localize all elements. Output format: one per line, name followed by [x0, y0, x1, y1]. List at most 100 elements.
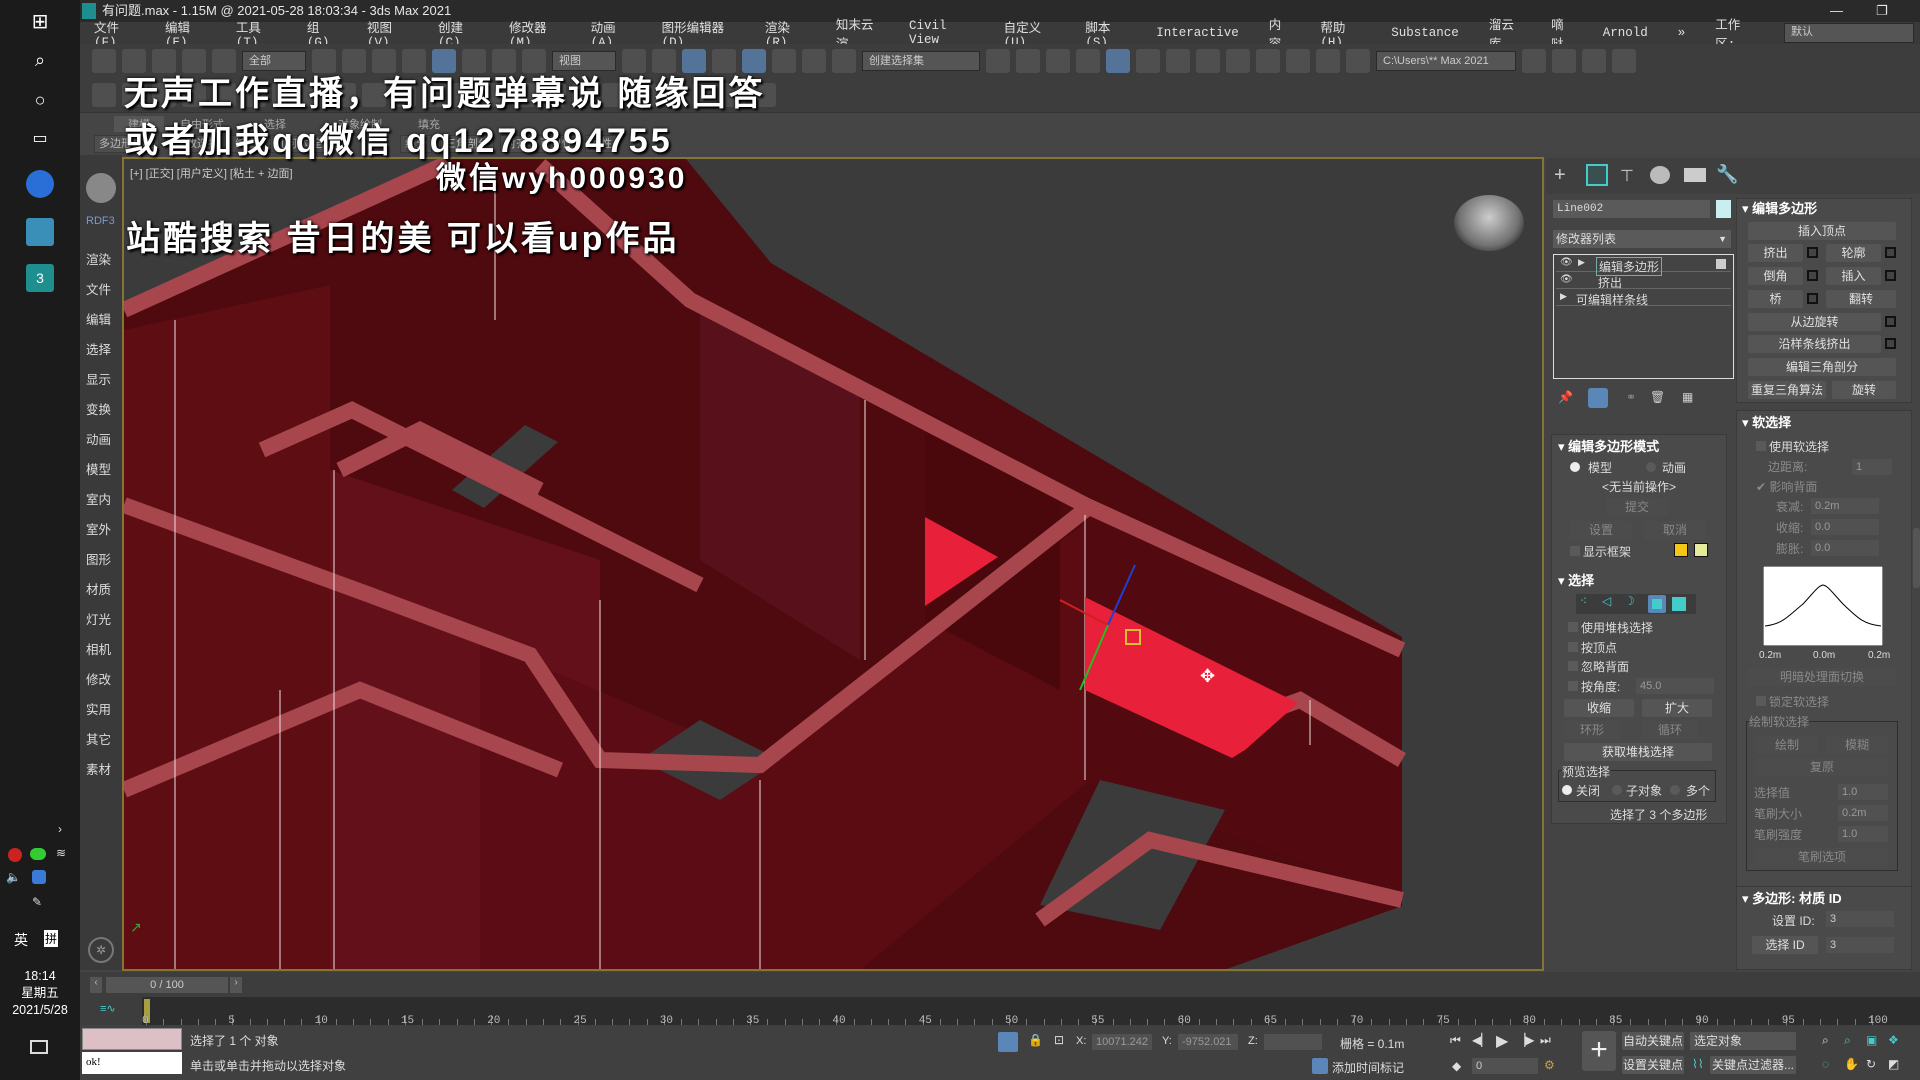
extrude-along-spline-button[interactable]: 沿样条线挤出: [1748, 335, 1881, 353]
modify-tab-icon[interactable]: [1586, 164, 1608, 186]
ribbon-tab-freeform[interactable]: 自由形式: [180, 116, 224, 132]
grow-button[interactable]: 扩大: [1642, 699, 1712, 717]
cage-color-swatch[interactable]: [1674, 543, 1688, 557]
key-mode-dropdown[interactable]: 选定对象: [1690, 1032, 1796, 1050]
plugin-item[interactable]: 实用: [86, 699, 111, 718]
task-view-icon[interactable]: ▭: [26, 125, 54, 153]
ring-button[interactable]: 环形: [1564, 721, 1620, 739]
by-vertex-checkbox[interactable]: [1568, 642, 1578, 652]
ribbon-tab-populate[interactable]: 填充: [418, 116, 440, 132]
brush-size-spinner[interactable]: 0.2m: [1838, 805, 1888, 821]
extrude-spline-settings-icon[interactable]: [1885, 338, 1896, 349]
edit-named-sets-icon[interactable]: [832, 49, 856, 73]
time-configuration-icon[interactable]: ⚙: [1544, 1058, 1555, 1072]
pen-icon[interactable]: ✎: [32, 895, 42, 909]
retriangulate-button[interactable]: 重复三角算法: [1748, 381, 1826, 399]
preview-multi-radio[interactable]: [1670, 785, 1680, 795]
plugin-item[interactable]: 选择: [86, 339, 111, 358]
edge-mode-icon[interactable]: ◁: [1602, 594, 1611, 608]
commit-button[interactable]: 提交: [1606, 498, 1668, 516]
render-icon[interactable]: [1286, 49, 1310, 73]
lock-selection-icon[interactable]: 🔒: [1028, 1033, 1043, 1047]
border-mode-icon[interactable]: ☽: [1624, 594, 1635, 608]
array-icon[interactable]: [632, 83, 656, 107]
command-panel-scrollbar[interactable]: [1913, 528, 1920, 588]
polygon-mode-icon[interactable]: [1648, 595, 1666, 613]
sun-light-icon[interactable]: [422, 83, 446, 107]
zoom-all-icon[interactable]: ⌕: [1844, 1033, 1851, 1048]
z-coordinate-field[interactable]: [1264, 1034, 1322, 1050]
ribbon-subdivision[interactable]: 细分: [400, 135, 432, 153]
cancel-button[interactable]: 取消: [1644, 521, 1706, 539]
folder-icon[interactable]: [1582, 49, 1606, 73]
expand-arrow-icon[interactable]: ▶: [1578, 257, 1585, 268]
search-icon[interactable]: ⌕: [26, 46, 54, 74]
play-icon[interactable]: ▶: [1496, 1031, 1508, 1051]
scene-explorer-icon[interactable]: [1046, 49, 1070, 73]
kettle-icon[interactable]: [242, 83, 266, 107]
select-by-name-icon[interactable]: [342, 49, 366, 73]
animate-radio[interactable]: [1646, 462, 1656, 472]
material-id-title[interactable]: ▾ 多边形: 材质 ID: [1742, 888, 1842, 907]
inset-button[interactable]: 插入: [1826, 267, 1881, 285]
camera-icon[interactable]: [152, 83, 176, 107]
shaded-face-toggle-button[interactable]: 明暗处理面切换: [1748, 668, 1896, 686]
modifier-list-dropdown[interactable]: 修改器列表 ▼: [1553, 230, 1731, 248]
menu-civil-view[interactable]: Civil View: [909, 19, 974, 47]
material-editor-icon[interactable]: [1196, 49, 1220, 73]
ribbon-align[interactable]: 对齐: [500, 135, 532, 153]
show-end-result-icon[interactable]: [1588, 388, 1608, 408]
element-mode-icon[interactable]: [1672, 597, 1686, 611]
blur-button[interactable]: 模糊: [1826, 736, 1888, 754]
save-file-icon[interactable]: [1552, 49, 1576, 73]
soft-selection-title[interactable]: ▾ 软选择: [1742, 412, 1791, 431]
sphere-icon[interactable]: [212, 83, 236, 107]
ribbon-polygon-modeling[interactable]: 多边形建模: [94, 135, 159, 153]
curve-editor-mini-icon[interactable]: ≡∿: [100, 1002, 116, 1015]
next-key-icon[interactable]: ▕▶: [1516, 1033, 1534, 1047]
motion-tab-icon[interactable]: [1650, 166, 1670, 184]
pan-hand-icon[interactable]: ✋: [1844, 1057, 1859, 1071]
preview-off-radio[interactable]: [1562, 785, 1572, 795]
link-icon[interactable]: [152, 49, 176, 73]
remove-modifier-icon[interactable]: 🗑: [1650, 390, 1665, 404]
stack-item-editable-spline[interactable]: ▶ 可编辑样条线: [1556, 291, 1731, 307]
isolate-selection-icon[interactable]: [998, 1032, 1018, 1052]
plugin-item[interactable]: 渲染: [86, 249, 111, 268]
pivot-icon[interactable]: [622, 49, 646, 73]
light-icon[interactable]: [122, 83, 146, 107]
turn-button[interactable]: 旋转: [1832, 381, 1896, 399]
settings-button[interactable]: 设置: [1570, 521, 1632, 539]
bevel-button[interactable]: 倒角: [1748, 267, 1803, 285]
ribbon-tab-modeling[interactable]: 建模: [114, 116, 164, 132]
bridge-button[interactable]: 桥: [1748, 290, 1803, 308]
absolute-mode-icon[interactable]: ⊡: [1054, 1033, 1064, 1047]
prev-key-icon[interactable]: ◀▏: [1472, 1033, 1490, 1047]
object-color-swatch[interactable]: [1716, 200, 1731, 218]
select-object-icon[interactable]: [312, 49, 336, 73]
edit-triangulation-button[interactable]: 编辑三角剖分: [1748, 358, 1896, 376]
field-of-view-icon[interactable]: ◌: [1822, 1057, 1829, 1071]
align-icon[interactable]: [1016, 49, 1040, 73]
select-id-button[interactable]: 选择 ID: [1752, 936, 1818, 954]
notification-icon[interactable]: [30, 1040, 48, 1054]
plugin-item[interactable]: 室内: [86, 489, 111, 508]
named-selection-dropdown[interactable]: 创建选择集: [862, 51, 980, 71]
insert-vertex-button[interactable]: 插入顶点: [1748, 222, 1896, 240]
box-icon[interactable]: [512, 83, 536, 107]
next-frame-button[interactable]: ›: [230, 977, 242, 993]
select-scale-icon[interactable]: [492, 49, 516, 73]
grass-icon[interactable]: [332, 83, 356, 107]
spinner-snap-icon[interactable]: [802, 49, 826, 73]
more-chevron-icon[interactable]: »: [1678, 26, 1686, 40]
teapot-icon[interactable]: [92, 83, 116, 107]
settings-gear-icon[interactable]: ✲: [88, 937, 114, 963]
placement-icon[interactable]: [522, 49, 546, 73]
eye-icon[interactable]: 👁: [1560, 274, 1573, 285]
ime-mode[interactable]: 拼: [44, 930, 59, 947]
ribbon-edit[interactable]: 编辑: [230, 135, 262, 153]
select-rotate-icon[interactable]: [462, 49, 486, 73]
stack-item-toggle[interactable]: [1716, 259, 1726, 269]
torus-icon[interactable]: [602, 83, 626, 107]
select-id-spinner[interactable]: 3: [1826, 937, 1894, 953]
